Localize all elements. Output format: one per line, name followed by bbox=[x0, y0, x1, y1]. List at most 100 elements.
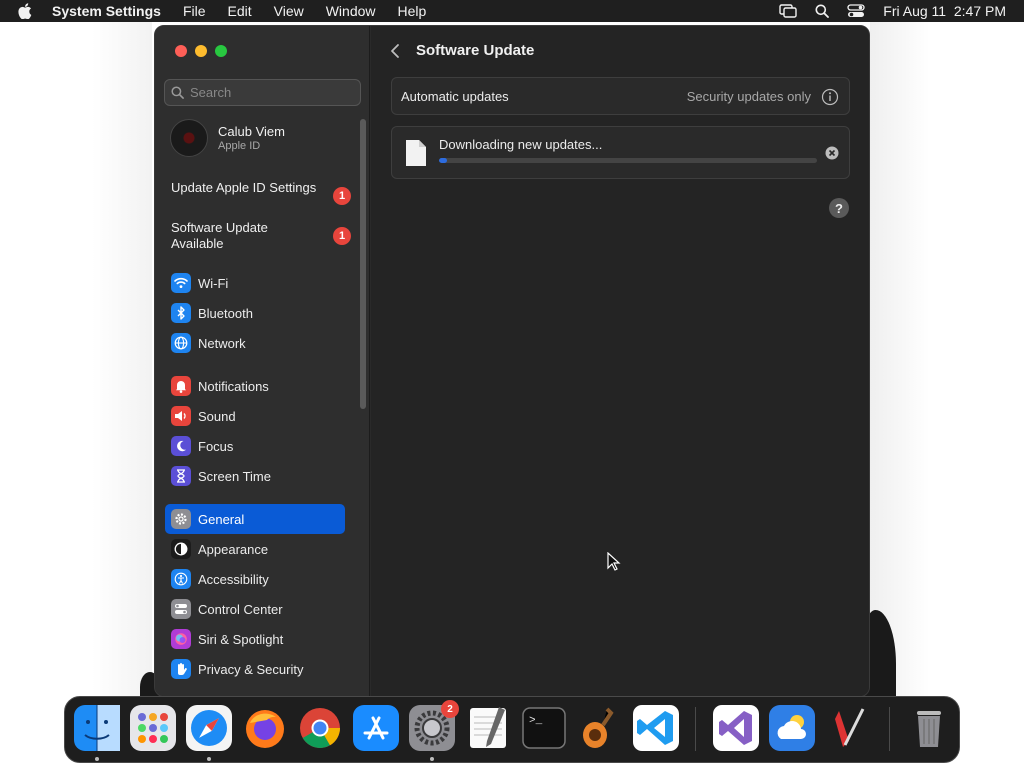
dock-app-store-icon[interactable] bbox=[353, 705, 399, 751]
account-name: Calub Viem bbox=[218, 124, 285, 139]
menu-file[interactable]: File bbox=[183, 3, 206, 19]
dock-separator bbox=[889, 707, 890, 751]
dock-visual-studio-code-icon[interactable] bbox=[633, 705, 679, 751]
dock-finder-icon[interactable] bbox=[74, 705, 120, 751]
mouse-pointer-icon bbox=[607, 551, 621, 577]
control-center-toggle-icon[interactable] bbox=[847, 4, 865, 18]
sidebar-item-label: Control Center bbox=[198, 601, 283, 617]
dock-garageband-icon[interactable] bbox=[577, 705, 623, 751]
info-icon[interactable] bbox=[821, 88, 839, 109]
dock-terminal-icon[interactable]: >_ bbox=[521, 705, 567, 751]
document-icon bbox=[405, 139, 427, 172]
speaker-icon bbox=[171, 406, 191, 426]
cancel-download-icon[interactable] bbox=[825, 146, 839, 165]
dock-safari-icon[interactable] bbox=[186, 705, 232, 751]
gear-icon bbox=[171, 509, 191, 529]
sidebar-group-system: General Appearance Accessibility Control Ce… bbox=[165, 504, 345, 684]
sidebar-item-label: Accessibility bbox=[198, 571, 269, 587]
search-field[interactable] bbox=[164, 79, 361, 106]
menu-app-name[interactable]: System Settings bbox=[52, 3, 161, 19]
wifi-icon bbox=[171, 273, 191, 293]
sidebar-item-label: Sound bbox=[198, 408, 236, 424]
dock-chrome-icon[interactable] bbox=[297, 705, 343, 751]
sidebar: Calub Viem Apple ID Update Apple ID Sett… bbox=[155, 26, 370, 696]
dock: 2 >_ bbox=[64, 696, 960, 763]
search-input[interactable] bbox=[190, 85, 350, 100]
sidebar-item-label: Screen Time bbox=[198, 468, 271, 484]
menu-edit[interactable]: Edit bbox=[228, 3, 252, 19]
sidebar-item-label: Network bbox=[198, 335, 246, 351]
sidebar-item-sound[interactable]: Sound bbox=[165, 401, 345, 431]
automatic-updates-value: Security updates only bbox=[686, 88, 811, 104]
window-controls bbox=[175, 45, 227, 57]
desktop-shadow-left bbox=[92, 22, 152, 702]
notice-label: Software Update Available bbox=[171, 220, 268, 251]
dock-script-editor-icon[interactable] bbox=[825, 705, 871, 751]
bluetooth-icon bbox=[171, 303, 191, 323]
help-button[interactable]: ? bbox=[829, 198, 849, 218]
update-apple-id-settings-item[interactable]: Update Apple ID Settings 1 bbox=[171, 180, 351, 205]
moon-icon bbox=[171, 436, 191, 456]
menu-window[interactable]: Window bbox=[326, 3, 376, 19]
sidebar-item-network[interactable]: Network bbox=[165, 328, 345, 358]
apple-id-account[interactable]: Calub Viem Apple ID bbox=[170, 119, 285, 157]
dock-visual-studio-icon[interactable] bbox=[713, 705, 759, 751]
sidebar-group-notifications: Notifications Sound Focus Screen Time bbox=[165, 371, 345, 491]
sidebar-item-label: Privacy & Security bbox=[198, 661, 304, 677]
sidebar-item-label: Notifications bbox=[198, 378, 269, 394]
accessibility-icon bbox=[171, 569, 191, 589]
notification-badge: 1 bbox=[333, 227, 351, 245]
zoom-window-button[interactable] bbox=[215, 45, 227, 57]
sidebar-item-privacy-security[interactable]: Privacy & Security bbox=[165, 654, 345, 684]
dock-textedit-icon[interactable] bbox=[465, 705, 511, 751]
download-progress-row: Downloading new updates... bbox=[391, 126, 850, 179]
sidebar-item-label: Appearance bbox=[198, 541, 269, 557]
sidebar-item-general[interactable]: General bbox=[165, 504, 345, 534]
dock-firefox-icon[interactable] bbox=[242, 705, 288, 751]
menu-help[interactable]: Help bbox=[398, 3, 427, 19]
sidebar-item-bluetooth[interactable]: Bluetooth bbox=[165, 298, 345, 328]
sidebar-item-accessibility[interactable]: Accessibility bbox=[165, 564, 345, 594]
software-update-available-item[interactable]: Software Update Available 1 bbox=[171, 220, 351, 252]
minimize-window-button[interactable] bbox=[195, 45, 207, 57]
spotlight-search-icon[interactable] bbox=[815, 4, 830, 18]
dock-launchpad-icon[interactable] bbox=[130, 705, 176, 751]
sidebar-item-notifications[interactable]: Notifications bbox=[165, 371, 345, 401]
siri-icon bbox=[171, 629, 191, 649]
sidebar-item-label: Siri & Spotlight bbox=[198, 631, 284, 647]
apple-logo-icon[interactable] bbox=[18, 3, 36, 19]
dock-running-indicator bbox=[207, 757, 211, 761]
desktop-shadow-right bbox=[870, 22, 930, 702]
close-window-button[interactable] bbox=[175, 45, 187, 57]
globe-icon bbox=[171, 333, 191, 353]
search-icon bbox=[171, 86, 184, 99]
dock-weather-icon[interactable] bbox=[769, 705, 815, 751]
screen-mirroring-icon[interactable] bbox=[779, 4, 797, 18]
sidebar-item-label: Bluetooth bbox=[198, 305, 253, 321]
automatic-updates-row: Automatic updates Security updates only bbox=[391, 77, 850, 115]
system-settings-window: Calub Viem Apple ID Update Apple ID Sett… bbox=[154, 25, 870, 697]
control-center-icon bbox=[171, 599, 191, 619]
menu-bar-clock[interactable]: Fri Aug 11 2:47 PM bbox=[883, 3, 1006, 19]
sidebar-item-screen-time[interactable]: Screen Time bbox=[165, 461, 345, 491]
sidebar-item-siri-spotlight[interactable]: Siri & Spotlight bbox=[165, 624, 345, 654]
sidebar-item-focus[interactable]: Focus bbox=[165, 431, 345, 461]
dock-system-settings-icon[interactable]: 2 bbox=[409, 700, 459, 751]
dock-trash-icon[interactable] bbox=[906, 705, 952, 751]
sidebar-item-label: Wi-Fi bbox=[198, 275, 229, 291]
menu-bar: System Settings File Edit View Window He… bbox=[0, 0, 1024, 22]
sidebar-item-control-center[interactable]: Control Center bbox=[165, 594, 345, 624]
notice-label: Update Apple ID Settings bbox=[171, 180, 317, 195]
sidebar-item-appearance[interactable]: Appearance bbox=[165, 534, 345, 564]
dock-notification-badge: 2 bbox=[441, 700, 459, 718]
page-title: Software Update bbox=[416, 42, 535, 59]
download-progress-fill bbox=[439, 158, 447, 163]
appearance-icon bbox=[171, 539, 191, 559]
sidebar-item-wi-fi[interactable]: Wi-Fi bbox=[165, 268, 345, 298]
back-chevron-icon[interactable] bbox=[390, 43, 400, 59]
dock-running-indicator bbox=[95, 757, 99, 761]
sidebar-scrollbar[interactable] bbox=[360, 119, 366, 409]
automatic-updates-label: Automatic updates bbox=[401, 88, 509, 104]
menu-view[interactable]: View bbox=[274, 3, 304, 19]
sidebar-item-label: Focus bbox=[198, 438, 234, 454]
